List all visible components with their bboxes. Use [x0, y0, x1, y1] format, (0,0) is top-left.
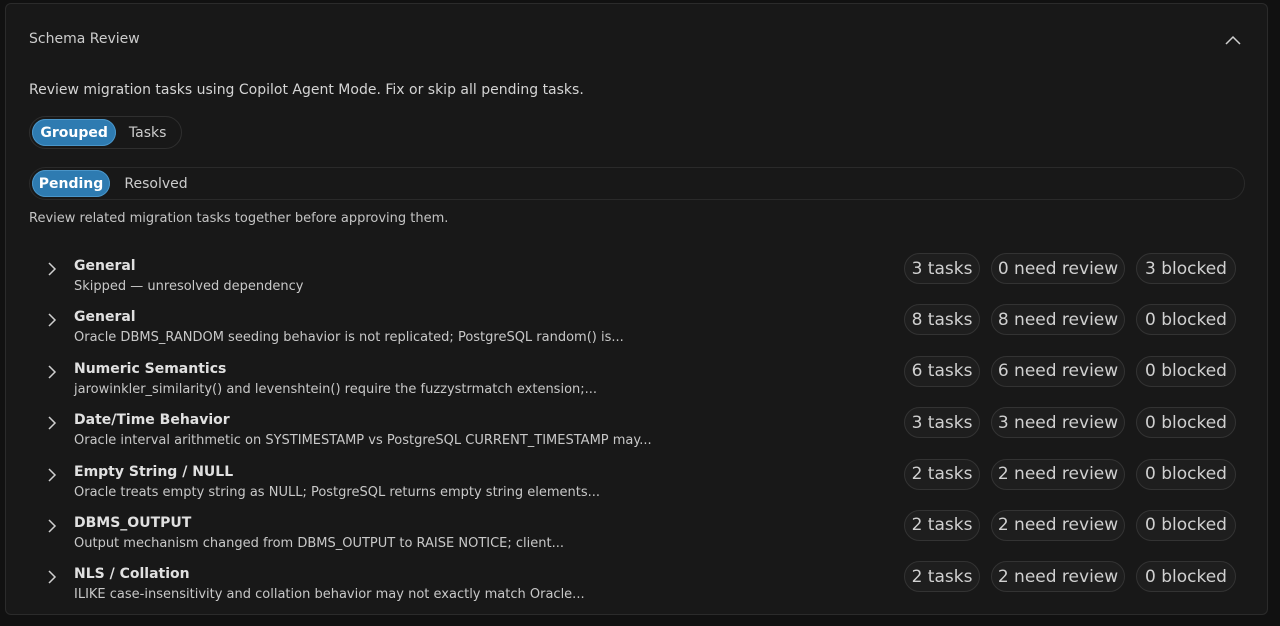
need-review-badge: 0 need review: [991, 253, 1125, 284]
chevron-up-icon: [1225, 35, 1241, 45]
group-description: jarowinkler_similarity() and levenshtein…: [74, 381, 598, 397]
group-description: ILIKE case-insensitivity and collation b…: [74, 587, 585, 603]
need-review-badge: 2 need review: [991, 509, 1125, 541]
chevron-right-icon[interactable]: [45, 519, 59, 533]
task-count-badge: 2 tasks: [904, 509, 980, 541]
need-review-badge: 6 need review: [991, 355, 1125, 387]
group-row[interactable]: General Skipped — unresolved dependency …: [29, 249, 1245, 300]
group-row[interactable]: General Oracle DBMS_RANDOM seeding behav…: [29, 300, 1245, 351]
resolved-filter-button[interactable]: Resolved: [116, 170, 196, 197]
group-badges: 2 tasks 2 need review 0 blocked: [904, 561, 1236, 593]
blocked-badge: 0 blocked: [1136, 509, 1236, 541]
group-badges: 3 tasks 3 need review 0 blocked: [904, 407, 1236, 439]
group-badges: 2 tasks 2 need review 0 blocked: [904, 458, 1236, 490]
schema-review-panel: Schema Review Review migration tasks usi…: [5, 3, 1268, 615]
task-count-badge: 3 tasks: [904, 407, 980, 439]
group-badges: 8 tasks 8 need review 0 blocked: [904, 304, 1236, 336]
group-title: Date/Time Behavior: [74, 412, 230, 429]
group-badges: 6 tasks 6 need review 0 blocked: [904, 355, 1236, 387]
blocked-badge: 0 blocked: [1136, 458, 1236, 490]
status-filter: Pending Resolved: [29, 167, 1245, 200]
group-row[interactable]: DBMS_OUTPUT Output mechanism changed fro…: [29, 506, 1245, 557]
group-title: DBMS_OUTPUT: [74, 514, 192, 531]
group-description: Skipped — unresolved dependency: [74, 279, 304, 294]
chevron-right-icon[interactable]: [45, 416, 59, 430]
group-title: Numeric Semantics: [74, 360, 227, 377]
panel-title: Schema Review: [29, 31, 140, 47]
chevron-right-icon[interactable]: [45, 468, 59, 482]
blocked-badge: 0 blocked: [1136, 561, 1236, 593]
chevron-right-icon[interactable]: [45, 313, 59, 327]
group-title: General: [74, 309, 136, 326]
group-row[interactable]: Date/Time Behavior Oracle interval arith…: [29, 403, 1245, 454]
task-count-badge: 6 tasks: [904, 355, 980, 387]
blocked-badge: 0 blocked: [1136, 304, 1236, 336]
grouped-view-button[interactable]: Grouped: [32, 119, 117, 146]
group-row[interactable]: NLS / Collation ILIKE case-insensitivity…: [29, 557, 1245, 608]
group-description: Oracle interval arithmetic on SYSTIMESTA…: [74, 433, 652, 449]
group-description: Output mechanism changed from DBMS_OUTPU…: [74, 535, 565, 551]
need-review-badge: 8 need review: [991, 304, 1125, 336]
group-row[interactable]: Empty String / NULL Oracle treats empty …: [29, 455, 1245, 506]
tasks-view-button[interactable]: Tasks: [116, 119, 179, 146]
view-toggle: Grouped Tasks: [29, 116, 182, 149]
chevron-right-icon[interactable]: [45, 262, 59, 276]
chevron-right-icon[interactable]: [45, 365, 59, 379]
group-description: Oracle DBMS_RANDOM seeding behavior is n…: [74, 330, 624, 346]
intro-text: Review migration tasks using Copilot Age…: [29, 82, 584, 98]
need-review-badge: 2 need review: [991, 458, 1125, 490]
group-description: Oracle treats empty string as NULL; Post…: [74, 484, 601, 500]
group-row[interactable]: Numeric Semantics jarowinkler_similarity…: [29, 352, 1245, 403]
group-badges: 2 tasks 2 need review 0 blocked: [904, 509, 1236, 541]
blocked-badge: 0 blocked: [1136, 407, 1236, 439]
task-count-badge: 2 tasks: [904, 458, 980, 490]
blocked-badge: 0 blocked: [1136, 355, 1236, 387]
task-count-badge: 3 tasks: [904, 253, 980, 284]
group-badges: 3 tasks 0 need review 3 blocked: [904, 253, 1236, 284]
group-title: NLS / Collation: [74, 566, 190, 583]
group-title: General: [74, 258, 136, 274]
group-title: Empty String / NULL: [74, 463, 234, 480]
task-count-badge: 2 tasks: [904, 561, 980, 593]
need-review-badge: 3 need review: [991, 407, 1125, 439]
group-list: General Skipped — unresolved dependency …: [29, 249, 1245, 609]
help-text: Review related migration tasks together …: [29, 211, 449, 226]
blocked-badge: 3 blocked: [1136, 253, 1236, 284]
chevron-right-icon[interactable]: [45, 570, 59, 584]
task-count-badge: 8 tasks: [904, 304, 980, 336]
pending-filter-button[interactable]: Pending: [32, 170, 110, 197]
need-review-badge: 2 need review: [991, 561, 1125, 593]
collapse-button[interactable]: [1223, 30, 1243, 50]
